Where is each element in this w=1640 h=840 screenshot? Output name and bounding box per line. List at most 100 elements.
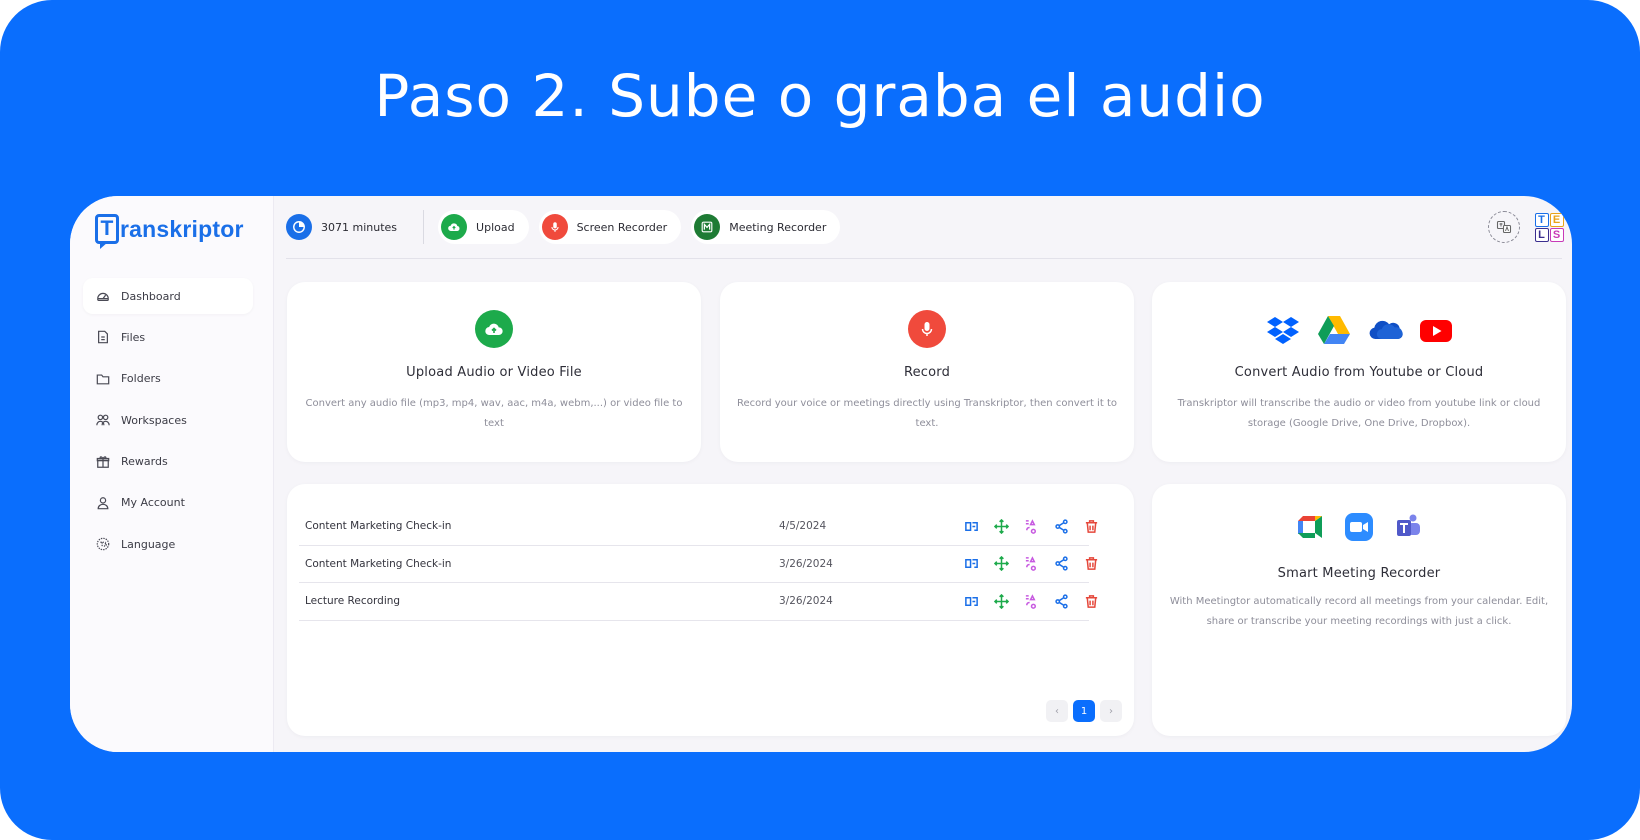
google-meet-icon[interactable] — [1295, 512, 1325, 542]
upload-card-title: Upload Audio or Video File — [406, 365, 582, 380]
meeting-app-icons — [1152, 512, 1566, 542]
file-name[interactable]: Content Marketing Check-in — [305, 558, 451, 570]
meetingtor-icon — [694, 214, 721, 240]
screen-recorder-label: Screen Recorder — [576, 220, 668, 234]
record-card[interactable]: Record Record your voice or meetings dir… — [720, 282, 1134, 462]
cloud-card-title: Convert Audio from Youtube or Cloud — [1234, 365, 1484, 380]
speaker-identify-icon[interactable] — [1023, 593, 1039, 609]
app-window: T ranskriptor Dashboard Files Folders Wo… — [70, 196, 1572, 752]
file-date: 3/26/2024 — [779, 557, 833, 570]
gift-icon — [96, 455, 110, 469]
share-icon[interactable] — [1053, 593, 1069, 609]
translate-action-icon[interactable] — [963, 518, 979, 534]
record-card-description: Record your voice or meetings directly u… — [737, 398, 1117, 429]
sidebar-item-my-account[interactable]: My Account — [83, 485, 253, 521]
tels-letter: L — [1534, 227, 1549, 242]
recent-files-card: Content Marketing Check-in 4/5/2024 Cont… — [287, 484, 1134, 736]
meeting-recorder-card[interactable]: Smart Meeting Recorder With Meetingtor a… — [1152, 484, 1566, 736]
sidebar-nav: Dashboard Files Folders Workspaces Rewar… — [83, 278, 253, 568]
sidebar-item-label: Language — [121, 537, 176, 551]
row-actions — [963, 556, 1099, 572]
record-card-title: Record — [903, 365, 951, 380]
meeting-card-title: Smart Meeting Recorder — [1277, 566, 1441, 581]
delete-icon[interactable] — [1083, 518, 1099, 534]
files-table: Content Marketing Check-in 4/5/2024 Cont… — [299, 508, 1097, 622]
move-icon[interactable] — [993, 518, 1009, 534]
meeting-recorder-button[interactable]: Meeting Recorder — [691, 210, 841, 244]
sidebar: T ranskriptor Dashboard Files Folders Wo… — [70, 196, 274, 752]
speaker-identify-icon[interactable] — [1023, 518, 1039, 534]
user-icon — [96, 496, 110, 510]
minutes-balance[interactable]: 3071 minutes — [286, 210, 411, 244]
next-page-button[interactable]: › — [1100, 700, 1122, 722]
sidebar-item-label: My Account — [121, 496, 185, 510]
minutes-text: 3071 minutes — [321, 220, 398, 234]
sidebar-item-rewards[interactable]: Rewards — [83, 444, 253, 480]
sidebar-item-files[interactable]: Files — [83, 319, 253, 355]
sidebar-item-label: Rewards — [121, 455, 168, 469]
sidebar-item-folders[interactable]: Folders — [83, 361, 253, 397]
sidebar-item-label: Dashboard — [121, 289, 181, 303]
upload-button[interactable]: Upload — [438, 210, 529, 244]
row-actions — [963, 518, 1099, 534]
upload-card[interactable]: Upload Audio or Video File Convert any a… — [287, 282, 701, 462]
translate-action-icon[interactable] — [963, 593, 979, 609]
tels-letter: E — [1549, 212, 1564, 227]
row-actions — [963, 593, 1099, 609]
sidebar-item-language[interactable]: Language — [83, 526, 253, 562]
cloud-card[interactable]: Convert Audio from Youtube or Cloud Tran… — [1152, 282, 1566, 462]
share-icon[interactable] — [1053, 518, 1069, 534]
sidebar-item-workspaces[interactable]: Workspaces — [83, 402, 253, 438]
table-row[interactable]: Content Marketing Check-in 3/26/2024 — [299, 546, 1097, 584]
sidebar-item-dashboard[interactable]: Dashboard — [83, 278, 253, 314]
file-name[interactable]: Content Marketing Check-in — [305, 520, 451, 532]
translate-action-icon[interactable] — [963, 556, 979, 572]
delete-icon[interactable] — [1083, 556, 1099, 572]
users-icon — [96, 413, 110, 427]
pie-chart-icon — [286, 214, 312, 240]
meeting-recorder-label: Meeting Recorder — [729, 220, 827, 234]
upload-card-description: Convert any audio file (mp3, mp4, wav, a… — [305, 398, 683, 429]
page-number-button[interactable]: 1 — [1073, 700, 1095, 722]
screen-recorder-button[interactable]: Screen Recorder — [538, 210, 682, 244]
file-name[interactable]: Lecture Recording — [305, 595, 400, 607]
youtube-icon[interactable] — [1418, 312, 1454, 348]
share-icon[interactable] — [1053, 556, 1069, 572]
gauge-icon — [96, 289, 110, 303]
sidebar-item-label: Workspaces — [121, 413, 187, 427]
onedrive-icon[interactable] — [1367, 312, 1403, 348]
microphone-icon — [908, 310, 946, 348]
folder-icon — [96, 372, 110, 386]
dropbox-icon[interactable] — [1265, 312, 1301, 348]
microphone-icon — [541, 214, 568, 240]
file-icon — [96, 330, 110, 344]
sidebar-item-label: Files — [121, 330, 146, 344]
move-icon[interactable] — [993, 556, 1009, 572]
logo-mark: T — [95, 214, 119, 249]
brand-logo[interactable]: T ranskriptor — [95, 214, 244, 249]
upload-label: Upload — [476, 220, 515, 234]
sidebar-item-label: Folders — [121, 372, 161, 386]
toolbar-divider-line — [286, 258, 1562, 259]
meeting-card-description: With Meetingtor automatically record all… — [1169, 596, 1549, 627]
slide-headline: Paso 2. Sube o graba el audio — [374, 62, 1266, 130]
table-row[interactable]: Content Marketing Check-in 4/5/2024 — [299, 508, 1097, 546]
toolbar-divider — [423, 210, 425, 244]
tels-letter: S — [1549, 227, 1564, 242]
cloud-provider-icons — [1152, 312, 1566, 348]
table-row[interactable]: Lecture Recording 3/26/2024 — [299, 583, 1097, 622]
tels-letter: T — [1534, 212, 1549, 227]
teams-icon[interactable] — [1393, 512, 1423, 542]
prev-page-button[interactable]: ‹ — [1046, 700, 1068, 722]
top-toolbar: 3071 minutes Upload Screen Recorder Meet — [286, 208, 850, 246]
zoom-icon[interactable] — [1344, 512, 1374, 542]
globe-icon — [96, 537, 110, 551]
slide-background: Paso 2. Sube o graba el audio T ranskrip… — [0, 0, 1640, 840]
tels-logo[interactable]: T E L S — [1534, 212, 1564, 242]
move-icon[interactable] — [993, 593, 1009, 609]
delete-icon[interactable] — [1083, 593, 1099, 609]
speaker-identify-icon[interactable] — [1023, 556, 1039, 572]
google-drive-icon[interactable] — [1316, 312, 1352, 348]
translate-icon[interactable] — [1488, 211, 1520, 243]
pagination: ‹ 1 › — [1046, 700, 1122, 722]
